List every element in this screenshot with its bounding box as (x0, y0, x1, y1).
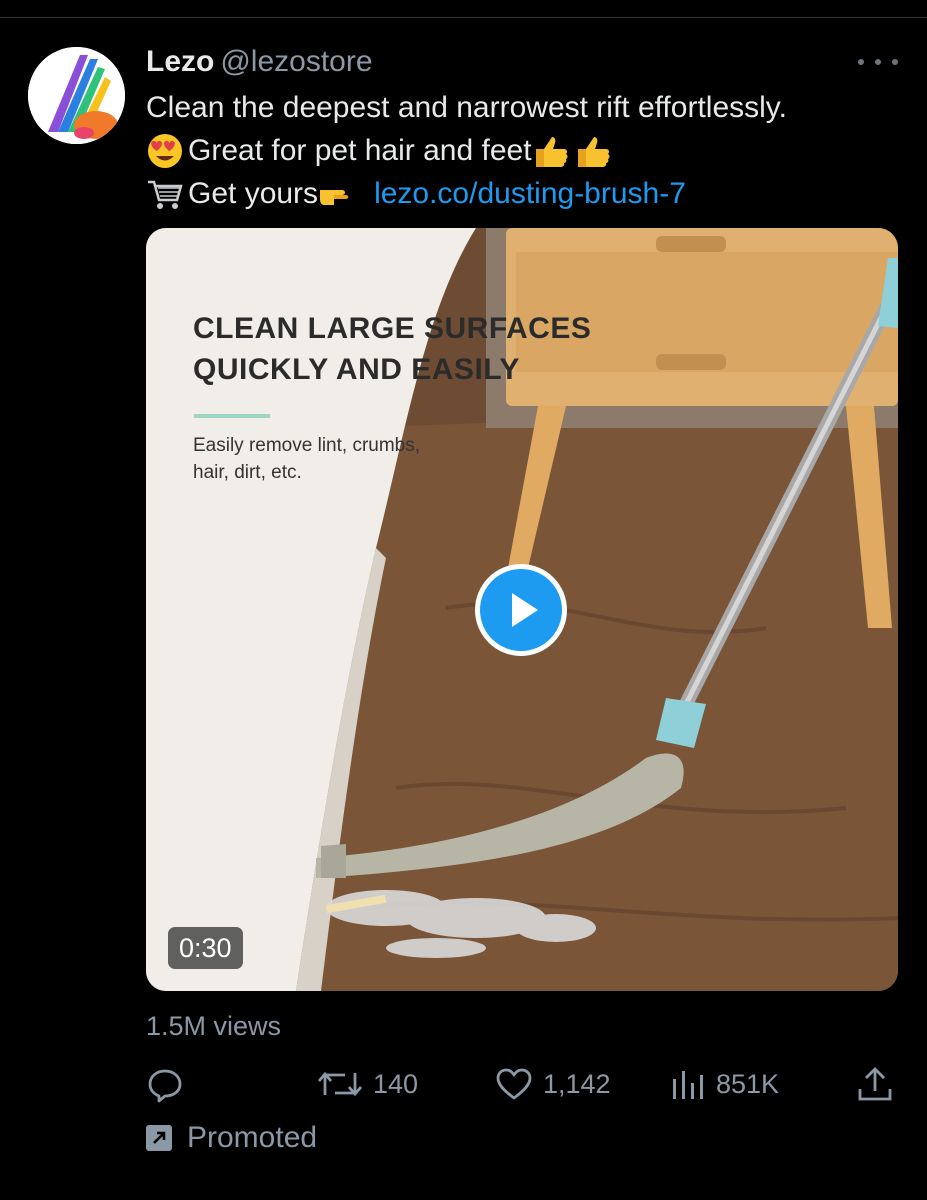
video-overlay-divider (194, 414, 270, 418)
reply-button[interactable] (146, 1060, 194, 1108)
video-duration-badge: 0:30 (168, 927, 243, 969)
video-player[interactable]: CLEAN LARGE SURFACES QUICKLY AND EASILY … (146, 228, 898, 991)
author-handle[interactable]: @lezostore (220, 45, 372, 78)
thumbs-up-emoji-icon (577, 136, 610, 167)
tweet-line-3-text: Get yours (188, 177, 319, 210)
tweet-line-1-text: Clean the deepest and narrowest rift eff… (146, 91, 787, 124)
promoted-text: Promoted (187, 1121, 318, 1154)
play-icon (512, 593, 538, 627)
video-overlay-title-line-1: CLEAN LARGE SURFACES (193, 312, 592, 345)
retweet-icon (317, 1071, 363, 1097)
heart-eyes-emoji-icon (148, 133, 182, 168)
like-count: 1,142 (543, 1068, 611, 1099)
tweet-actions: 140 1,142 851K (0, 1060, 927, 1108)
view-count: 1.5M views (146, 1011, 282, 1041)
thumbs-up-emoji-icon (535, 136, 568, 167)
pointing-right-emoji-icon (320, 189, 349, 205)
video-overlay-title: CLEAN LARGE SURFACES QUICKLY AND EASILY (193, 308, 591, 390)
like-button[interactable]: 1,142 (495, 1060, 611, 1108)
retweet-count: 140 (373, 1068, 419, 1099)
tweet-header: Lezo @lezostore (146, 44, 373, 80)
lezo-logo-icon (28, 47, 125, 144)
avatar[interactable] (28, 47, 125, 144)
tweet-line-3: Get yours lezo.co/dusting-brush-7 (146, 172, 787, 215)
author-name[interactable]: Lezo (146, 45, 214, 78)
share-icon (858, 1067, 892, 1101)
retweet-button[interactable]: 140 (317, 1060, 418, 1108)
tweet-link[interactable]: lezo.co/dusting-brush-7 (374, 172, 686, 215)
share-button[interactable] (857, 1060, 903, 1108)
promoted-label: Promoted (146, 1118, 317, 1158)
video-overlay-subtitle-line-1: Easily remove lint, crumbs, (193, 435, 421, 456)
more-options-icon[interactable] (858, 52, 898, 72)
video-overlay-title-line-2: QUICKLY AND EASILY (193, 353, 520, 386)
analytics-bar-icon (673, 1071, 703, 1099)
divider (0, 17, 927, 18)
video-overlay-subtitle-line-2: hair, dirt, etc. (193, 462, 302, 483)
tweet-line-2-text: Great for pet hair and feet (188, 134, 532, 167)
shopping-cart-emoji-icon (148, 180, 183, 209)
video-overlay-subtitle: Easily remove lint, crumbs, hair, dirt, … (193, 432, 420, 486)
tweet-text: Clean the deepest and narrowest rift eff… (146, 86, 787, 215)
tweet-line-2: Great for pet hair and feet (146, 129, 787, 172)
play-button[interactable] (475, 564, 567, 656)
analytics-button[interactable]: 851K (670, 1060, 779, 1108)
heart-icon (496, 1068, 532, 1100)
reply-icon (148, 1069, 182, 1103)
promoted-arrow-icon (146, 1125, 172, 1151)
impression-count: 851K (716, 1068, 780, 1099)
play-button-fill (480, 569, 562, 651)
tweet-line-1: Clean the deepest and narrowest rift eff… (146, 86, 787, 129)
